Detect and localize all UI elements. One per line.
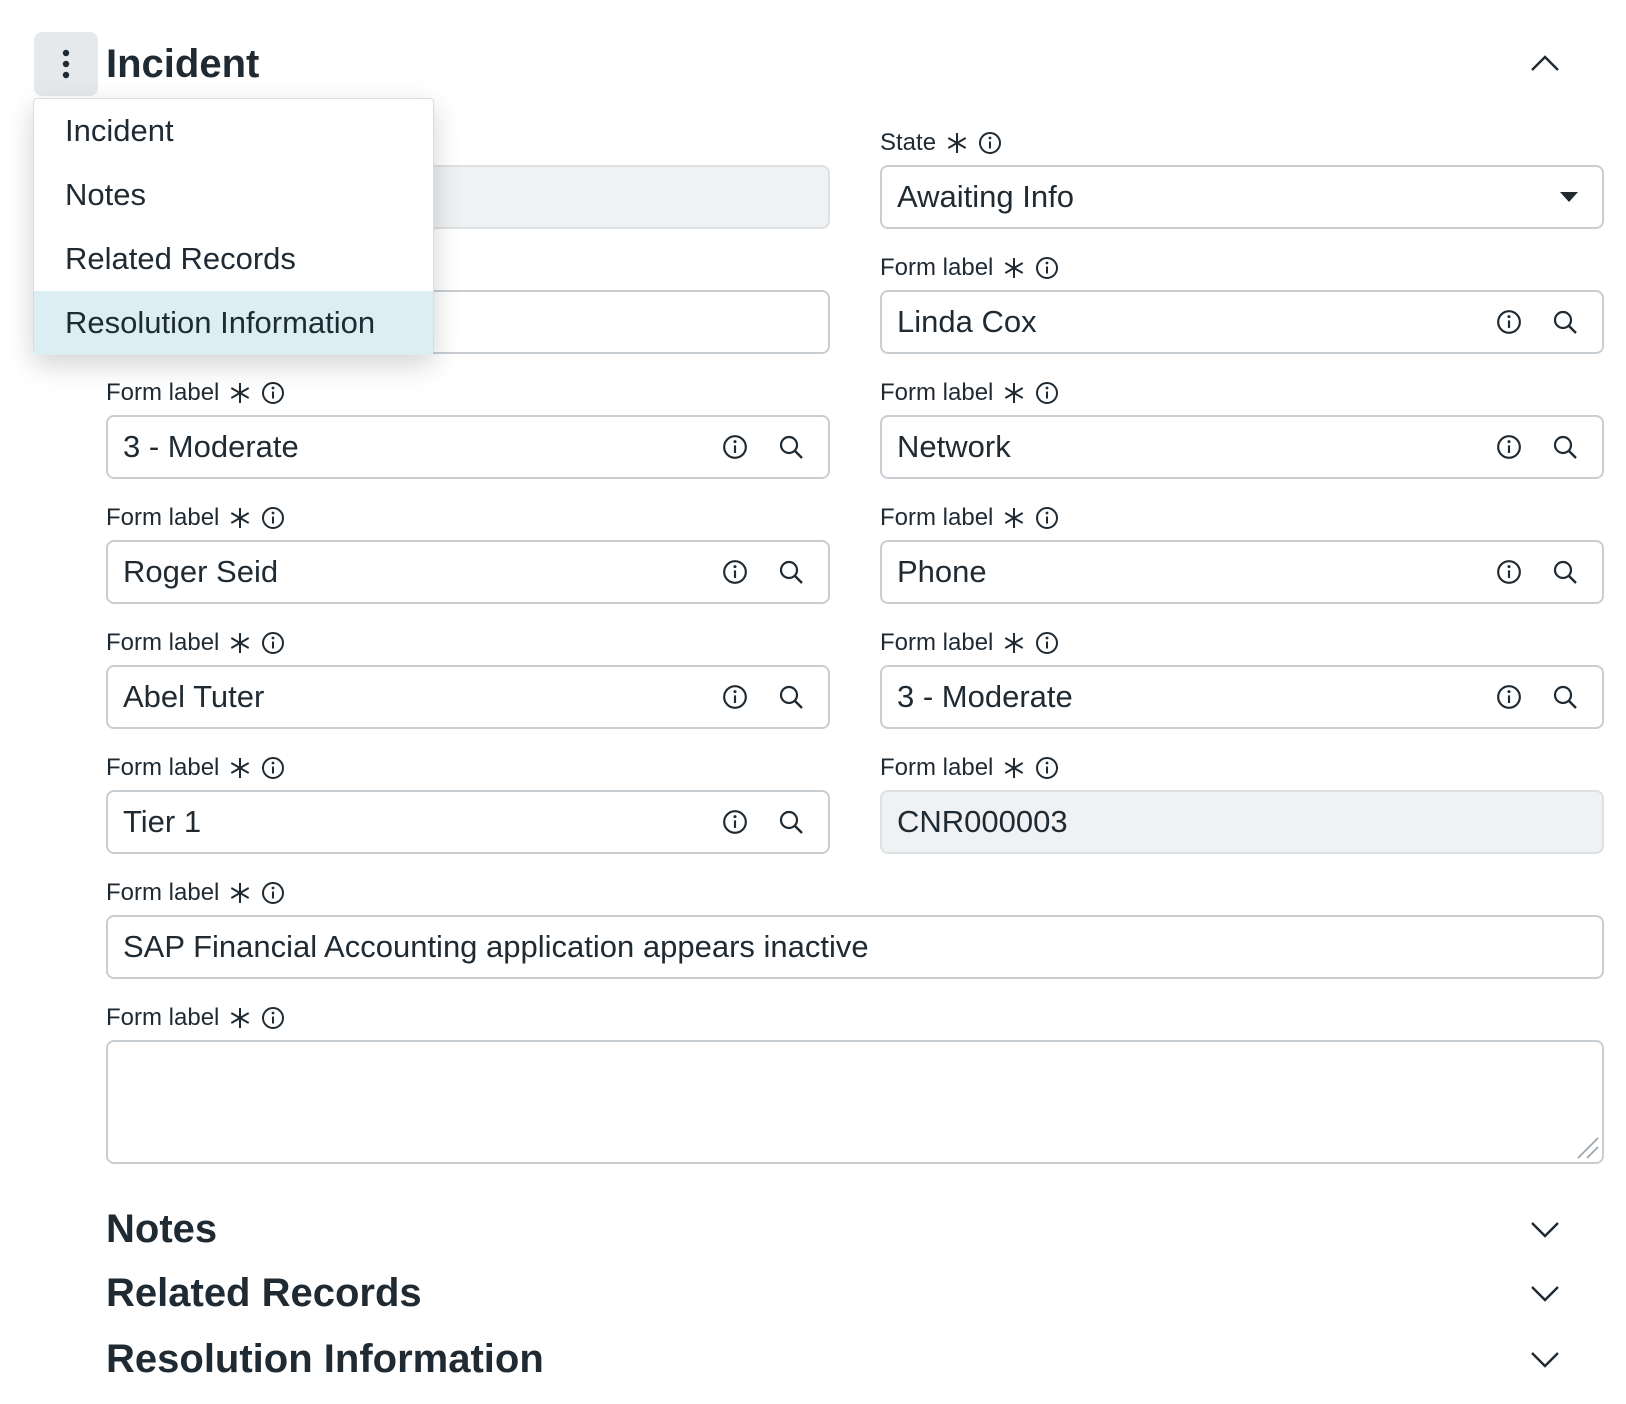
chevron-down-icon[interactable] xyxy=(1528,1212,1562,1246)
info-icon[interactable] xyxy=(1035,631,1059,655)
description-label: Form label xyxy=(106,1003,285,1033)
caller-label: Form label xyxy=(880,253,1059,283)
search-icon[interactable] xyxy=(1552,559,1578,585)
section-jump-menu: Incident Notes Related Records Resolutio… xyxy=(33,98,434,355)
required-asterisk-icon xyxy=(231,883,250,903)
short-description-input[interactable]: SAP Financial Accounting application app… xyxy=(106,915,1604,979)
resize-handle-icon[interactable] xyxy=(1574,1134,1600,1160)
chevron-down-icon[interactable] xyxy=(1528,1342,1562,1376)
caller-lookup-field[interactable]: Linda Cox xyxy=(880,290,1604,354)
info-icon[interactable] xyxy=(1496,309,1522,335)
channel-lookup-field[interactable]: Phone xyxy=(880,540,1604,604)
notes-section-title[interactable]: Notes xyxy=(106,1204,217,1254)
tier-lookup-field[interactable]: Tier 1 xyxy=(106,790,830,854)
required-asterisk-icon xyxy=(231,508,250,528)
urgency-lookup-field[interactable]: 3 - Moderate xyxy=(880,665,1604,729)
required-asterisk-icon xyxy=(1005,383,1024,403)
urgency-label: Form label xyxy=(880,628,1059,658)
search-icon[interactable] xyxy=(778,809,804,835)
required-asterisk-icon xyxy=(231,758,250,778)
info-icon[interactable] xyxy=(261,756,285,780)
info-icon[interactable] xyxy=(722,434,748,460)
assigned-label: Form label xyxy=(106,503,285,533)
info-icon[interactable] xyxy=(261,1006,285,1030)
short-description-label: Form label xyxy=(106,878,285,908)
info-icon[interactable] xyxy=(722,684,748,710)
search-icon[interactable] xyxy=(778,559,804,585)
required-asterisk-icon xyxy=(231,1008,250,1028)
search-icon[interactable] xyxy=(1552,684,1578,710)
description-textarea[interactable] xyxy=(106,1040,1604,1164)
info-icon[interactable] xyxy=(1496,684,1522,710)
info-icon[interactable] xyxy=(1035,256,1059,280)
number-label: Form label xyxy=(880,753,1059,783)
info-icon[interactable] xyxy=(261,506,285,530)
caret-down-icon xyxy=(1560,192,1578,202)
search-icon[interactable] xyxy=(778,684,804,710)
info-icon[interactable] xyxy=(1496,434,1522,460)
tier-label: Form label xyxy=(106,753,285,783)
channel-label: Form label xyxy=(880,503,1059,533)
state-label: State xyxy=(880,128,1002,158)
info-icon[interactable] xyxy=(722,809,748,835)
info-icon[interactable] xyxy=(722,559,748,585)
required-asterisk-icon xyxy=(231,633,250,653)
category-label: Form label xyxy=(880,378,1059,408)
kebab-vertical-icon xyxy=(62,49,70,79)
info-icon[interactable] xyxy=(261,631,285,655)
required-asterisk-icon xyxy=(1005,258,1024,278)
manager-label: Form label xyxy=(106,628,285,658)
menu-item-related-records[interactable]: Related Records xyxy=(34,227,433,291)
impact-lookup-field[interactable]: 3 - Moderate xyxy=(106,415,830,479)
required-asterisk-icon xyxy=(231,383,250,403)
required-asterisk-icon xyxy=(1005,633,1024,653)
required-asterisk-icon xyxy=(947,133,967,153)
menu-item-resolution-information[interactable]: Resolution Information xyxy=(34,291,433,355)
search-icon[interactable] xyxy=(1552,434,1578,460)
number-readonly-field: CNR000003 xyxy=(880,790,1604,854)
search-icon[interactable] xyxy=(1552,309,1578,335)
search-icon[interactable] xyxy=(778,434,804,460)
manager-lookup-field[interactable]: Abel Tuter xyxy=(106,665,830,729)
info-icon[interactable] xyxy=(1035,756,1059,780)
chevron-up-icon[interactable] xyxy=(1528,46,1562,80)
chevron-down-icon[interactable] xyxy=(1528,1276,1562,1310)
menu-item-notes[interactable]: Notes xyxy=(34,163,433,227)
category-lookup-field[interactable]: Network xyxy=(880,415,1604,479)
info-icon[interactable] xyxy=(261,381,285,405)
state-select[interactable]: Awaiting Info xyxy=(880,165,1604,229)
section-menu-button[interactable] xyxy=(34,32,98,96)
resolution-information-section-title[interactable]: Resolution Information xyxy=(106,1334,544,1384)
required-asterisk-icon xyxy=(1005,758,1024,778)
related-records-section-title[interactable]: Related Records xyxy=(106,1268,422,1318)
info-icon[interactable] xyxy=(978,131,1002,155)
info-icon[interactable] xyxy=(261,881,285,905)
assigned-lookup-field[interactable]: Roger Seid xyxy=(106,540,830,604)
info-icon[interactable] xyxy=(1496,559,1522,585)
required-asterisk-icon xyxy=(1005,508,1024,528)
impact-label: Form label xyxy=(106,378,285,408)
info-icon[interactable] xyxy=(1035,381,1059,405)
menu-item-incident[interactable]: Incident xyxy=(34,99,433,163)
section-title: Incident xyxy=(106,42,260,86)
info-icon[interactable] xyxy=(1035,506,1059,530)
